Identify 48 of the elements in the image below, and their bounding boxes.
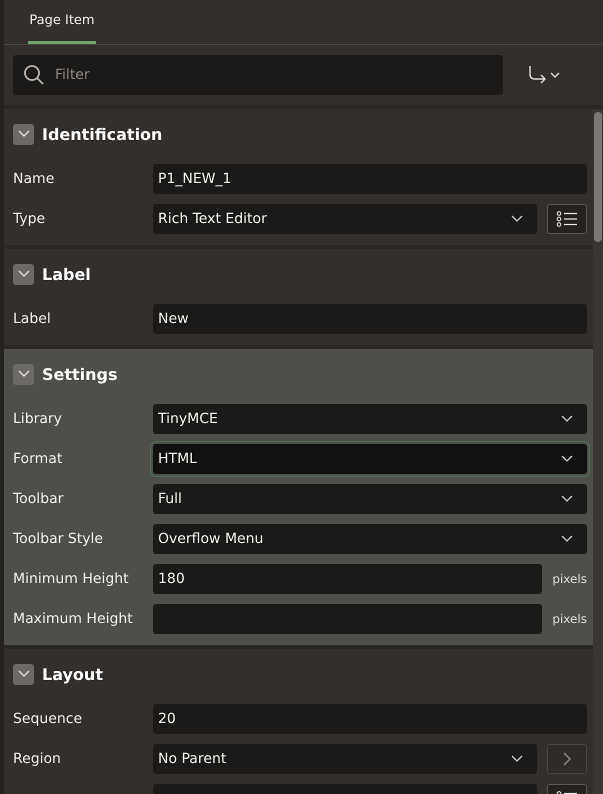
select-field[interactable]: Rich Text Editor <box>153 204 537 234</box>
chevron-down-icon <box>18 130 30 138</box>
collapse-toggle[interactable] <box>13 664 34 684</box>
property-label: Library <box>13 411 63 427</box>
chevron-down-icon <box>511 755 523 763</box>
input-field[interactable]: New <box>153 304 587 334</box>
input-field[interactable]: 20 <box>153 704 587 734</box>
select-field[interactable]: Full <box>153 484 587 514</box>
property-label: Toolbar <box>13 491 64 507</box>
unit-label: pixels <box>551 612 587 626</box>
select-field[interactable]: Overflow Menu <box>153 524 587 554</box>
chevron-down-icon <box>561 495 573 503</box>
chevron-down-icon <box>561 535 573 543</box>
property-label: Sequence <box>13 711 84 727</box>
property-label: Maximum Height <box>13 611 134 627</box>
property-label: Label <box>13 311 52 327</box>
list-icon <box>556 211 578 227</box>
chevron-down-icon <box>18 370 30 378</box>
chevron-right-icon <box>562 751 572 767</box>
group-title: Identification <box>42 124 162 144</box>
property-label: Region <box>13 751 62 767</box>
chevron-down-icon <box>18 270 30 278</box>
chevron-down-icon <box>561 415 573 423</box>
list-button[interactable] <box>547 204 587 234</box>
group-title: Layout <box>42 664 103 684</box>
input-field[interactable]: 180 <box>153 564 542 594</box>
chevron-down-icon <box>561 455 573 463</box>
chevron-down-icon <box>511 215 523 223</box>
property-label: Format <box>13 451 64 467</box>
select-field[interactable]: TinyMCE <box>153 404 587 434</box>
input-field[interactable]: P1_NEW_1 <box>153 164 587 194</box>
group-title: Settings <box>42 364 118 384</box>
page-item-tab[interactable]: Page Item <box>28 0 96 44</box>
select-field[interactable]: HTML <box>153 444 587 474</box>
scrollbar-thumb[interactable] <box>594 112 602 242</box>
group-title: Label <box>42 264 91 284</box>
property-label: Type <box>13 211 46 227</box>
filter-field[interactable]: Filter <box>13 55 503 95</box>
property-label: Toolbar Style <box>13 531 104 547</box>
chevron-down-icon <box>18 670 30 678</box>
input-field[interactable] <box>153 604 542 634</box>
property-label: Name <box>13 171 56 187</box>
collapse-toggle[interactable] <box>13 364 34 384</box>
collapse-toggle[interactable] <box>13 264 34 284</box>
unit-label: pixels <box>551 572 587 586</box>
collapse-toggle[interactable] <box>13 124 34 144</box>
property-label: Minimum Height <box>13 571 130 587</box>
select-field[interactable]: No Parent <box>153 744 537 774</box>
